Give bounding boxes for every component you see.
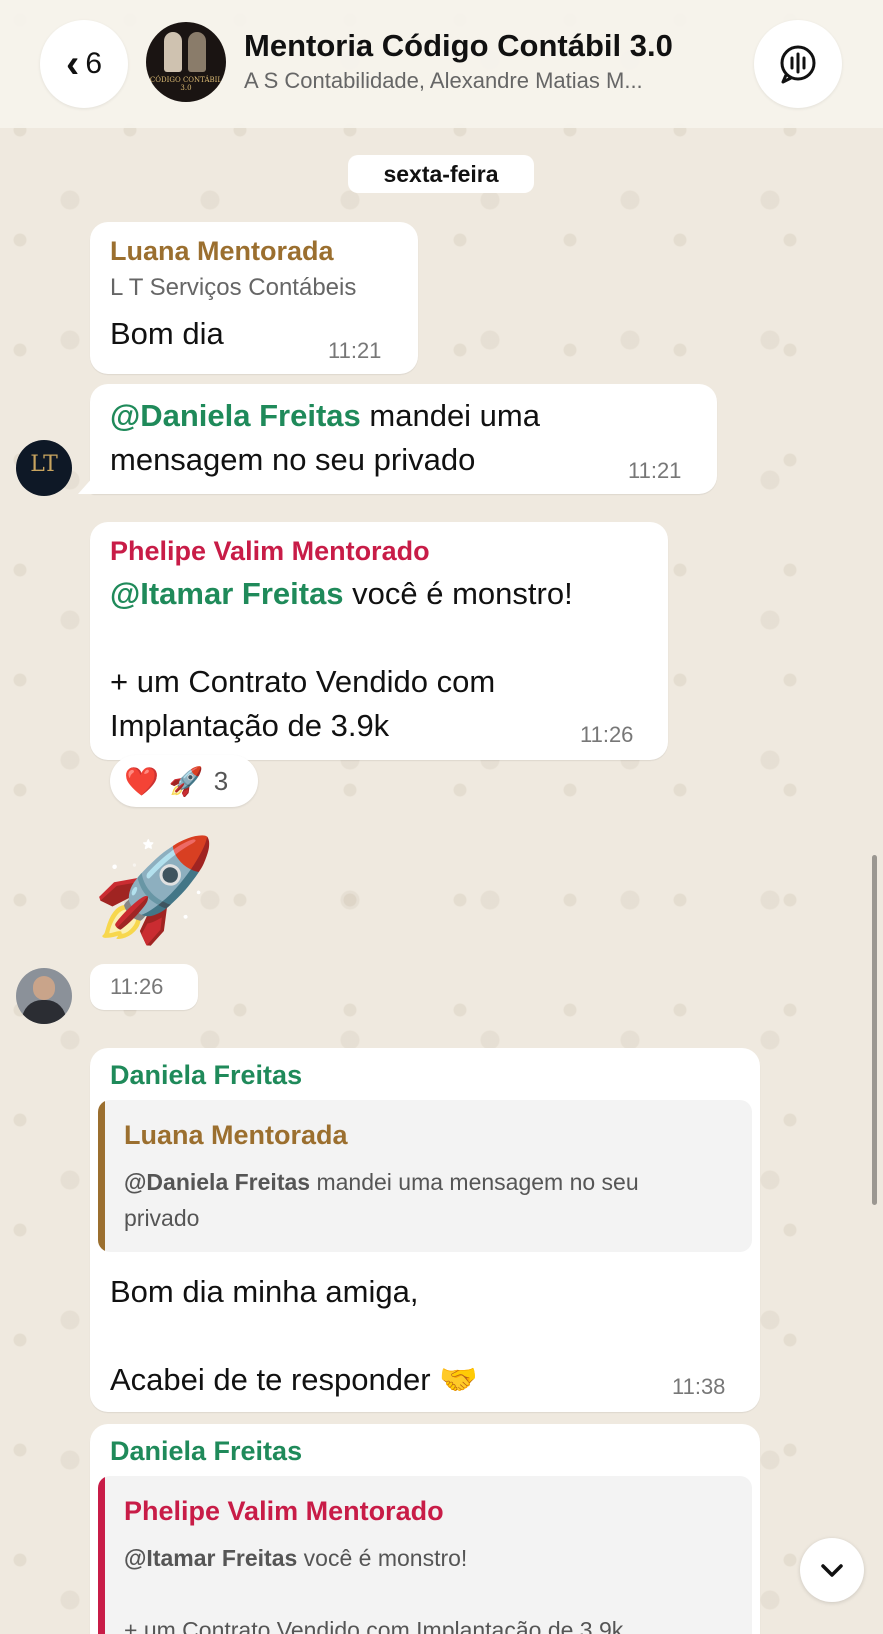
group-avatar-text: CÓDIGO CONTÁBIL 3.0	[149, 76, 223, 92]
voice-chat-icon	[780, 45, 816, 84]
message-bubble[interactable]: Luana Mentorada L T Serviços Contábeis B…	[90, 222, 418, 374]
quoted-message[interactable]: Luana Mentorada @Daniela Freitas mandei …	[98, 1100, 752, 1252]
chevron-down-icon	[821, 1564, 843, 1577]
message-text: @Itamar Freitas você é monstro! + um Con…	[110, 576, 573, 743]
message-bubble[interactable]: Phelipe Valim Mentorado @Itamar Freitas …	[90, 522, 668, 760]
sender-name[interactable]: Daniela Freitas	[110, 1436, 302, 1467]
heart-reaction: ❤️	[124, 765, 159, 797]
sender-name[interactable]: Phelipe Valim Mentorado	[110, 536, 430, 567]
sticker[interactable]: 🚀	[92, 830, 217, 950]
mention-link[interactable]: @Itamar Freitas	[110, 576, 344, 611]
chevron-left-icon: ‹	[65, 42, 80, 86]
group-title[interactable]: Mentoria Código Contábil 3.0	[244, 28, 673, 64]
scroll-to-bottom-button[interactable]	[800, 1538, 864, 1602]
message-reactions[interactable]: ❤️ 🚀 3	[110, 755, 258, 807]
rocket-reaction: 🚀	[168, 765, 204, 797]
message-time: 11:21	[628, 458, 682, 483]
back-button[interactable]: ‹ 6	[40, 20, 128, 108]
message-text: @Daniela Freitas mandei uma mensagem no …	[110, 398, 540, 477]
message-text: Bom dia minha amiga, Acabei de te respon…	[110, 1274, 478, 1397]
reaction-count: 3	[213, 765, 229, 796]
chat-header: ‹ 6 CÓDIGO CONTÁBIL 3.0 Mentoria Código …	[0, 0, 883, 128]
quoted-sender: Luana Mentorada	[124, 1120, 348, 1150]
mention-link[interactable]: @Daniela Freitas	[110, 398, 361, 433]
voice-chat-button[interactable]	[754, 20, 842, 108]
scrollbar[interactable]	[872, 855, 877, 1205]
quoted-message[interactable]: Phelipe Valim Mentorado @Itamar Freitas …	[98, 1476, 752, 1634]
sender-name[interactable]: Daniela Freitas	[110, 1060, 302, 1091]
avatar[interactable]: LT	[16, 440, 72, 496]
message-text: Bom dia	[110, 316, 224, 351]
message-time: 11:21	[328, 338, 382, 363]
group-members[interactable]: A S Contabilidade, Alexandre Matias M...	[244, 68, 724, 94]
unread-count: 6	[85, 47, 102, 80]
group-avatar[interactable]: CÓDIGO CONTÁBIL 3.0	[146, 22, 226, 102]
message-time: 11:38	[672, 1374, 726, 1399]
quoted-text: @Itamar Freitas você é monstro! + um Con…	[124, 1545, 624, 1634]
message-bubble[interactable]: @Daniela Freitas mandei uma mensagem no …	[78, 384, 717, 494]
avatar[interactable]	[16, 968, 72, 1024]
quoted-sender: Phelipe Valim Mentorado	[124, 1496, 444, 1526]
message-time: 11:26	[580, 722, 634, 747]
sticker-time: 11:26	[90, 964, 198, 1010]
date-separator: sexta-feira	[348, 155, 534, 193]
message-bubble[interactable]: Daniela Freitas Phelipe Valim Mentorado …	[90, 1424, 760, 1634]
quoted-text: @Daniela Freitas mandei uma mensagem no …	[124, 1169, 639, 1231]
sender-detail: L T Serviços Contábeis	[110, 274, 357, 301]
sender-name[interactable]: Luana Mentorada	[110, 236, 334, 267]
message-bubble[interactable]: Daniela Freitas Luana Mentorada @Daniela…	[90, 1048, 760, 1412]
